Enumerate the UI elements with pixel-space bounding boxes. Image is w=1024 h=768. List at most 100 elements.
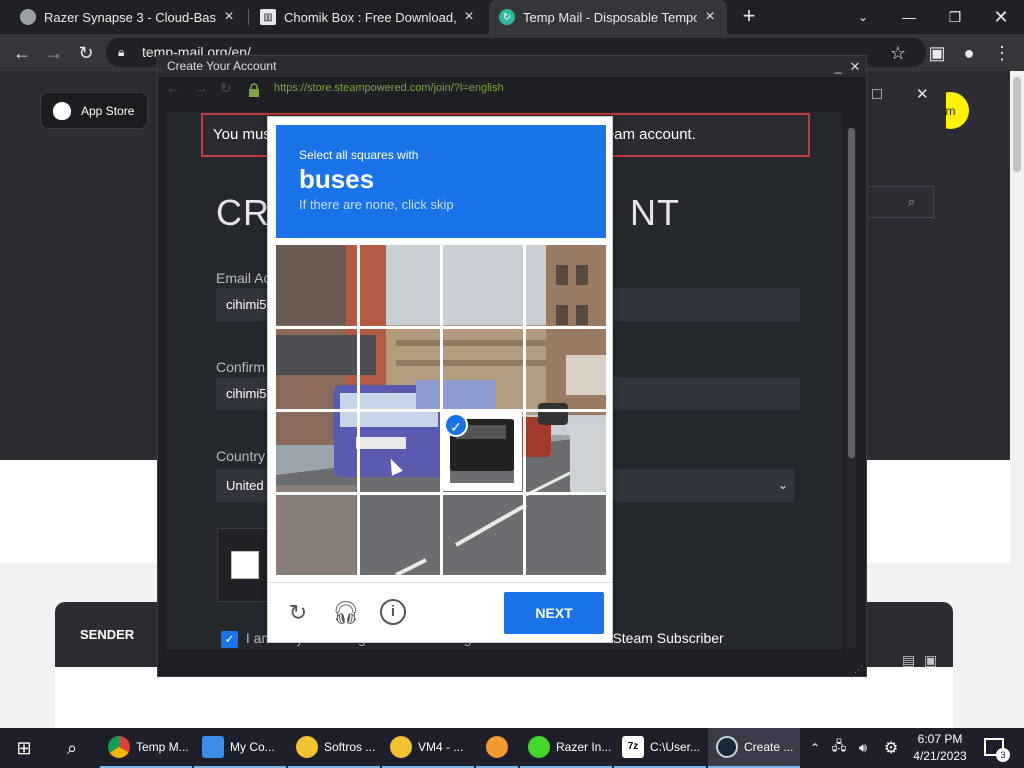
app-store-button[interactable]: App Store bbox=[40, 92, 148, 129]
tab-search-icon[interactable]: ⌄ bbox=[840, 0, 886, 34]
new-tab-button[interactable]: + bbox=[737, 4, 761, 28]
bookmark-star-icon[interactable]: ☆ bbox=[884, 39, 912, 67]
7zip-icon: 7z bbox=[622, 736, 644, 758]
captcha-tile-4-3[interactable] bbox=[442, 494, 522, 574]
reload-icon[interactable]: ↻ bbox=[284, 599, 312, 627]
page-scrollbar[interactable] bbox=[1010, 71, 1024, 728]
scrollbar-thumb[interactable] bbox=[848, 128, 855, 458]
chat-icon bbox=[296, 736, 318, 758]
steam-nav-bar: ← → ↻ https://store.steampowered.com/joi… bbox=[158, 77, 866, 103]
close-window-button[interactable]: ✕ bbox=[978, 0, 1024, 34]
taskbar-7zip[interactable]: 7z C:\User... bbox=[614, 728, 706, 768]
captcha-tile-4-2[interactable] bbox=[359, 494, 439, 574]
captcha-image-grid: ✓ bbox=[276, 245, 606, 575]
captcha-tile-4-1[interactable] bbox=[276, 494, 356, 574]
captcha-tile-1-1[interactable] bbox=[276, 245, 356, 325]
side-panel-icon[interactable]: ▣ bbox=[923, 39, 951, 67]
menu-icon[interactable]: ⋮ bbox=[988, 39, 1016, 67]
reload-button[interactable]: ↻ bbox=[72, 39, 100, 67]
agree-checkbox[interactable]: ✓ bbox=[221, 630, 238, 648]
tab-razer-synapse[interactable]: Razer Synapse 3 - Cloud-Based H × bbox=[10, 0, 246, 34]
search-icon[interactable]: ⌕ bbox=[48, 728, 96, 768]
grid-view-icon[interactable]: ▣ bbox=[924, 652, 937, 669]
captcha-tile-2-4[interactable] bbox=[525, 328, 605, 408]
captcha-tile-3-4[interactable] bbox=[525, 411, 605, 491]
taskbar-steam-create[interactable]: Create ... bbox=[708, 728, 800, 768]
captcha-tile-3-1[interactable] bbox=[276, 411, 356, 491]
computer-icon bbox=[202, 736, 224, 758]
captcha-tile-3-2[interactable] bbox=[359, 411, 439, 491]
notification-center-icon[interactable]: 3 bbox=[984, 738, 1010, 762]
headphones-icon[interactable]: 🎧︎ bbox=[332, 599, 360, 627]
minimize-button[interactable]: _ bbox=[829, 56, 847, 77]
settings-gear-icon[interactable]: ⚙ bbox=[878, 728, 904, 768]
taskbar-razer[interactable]: Razer In... bbox=[520, 728, 612, 768]
restore-button[interactable]: ❐ bbox=[932, 0, 978, 34]
taskbar-chrome[interactable]: Temp M... bbox=[100, 728, 192, 768]
lock-icon: 🔒︎ bbox=[118, 45, 125, 59]
reload-icon[interactable]: ↻ bbox=[220, 80, 232, 97]
close-tab-icon[interactable]: × bbox=[703, 8, 717, 26]
tab-separator bbox=[248, 9, 249, 25]
captcha-header: Select all squares with buses If there a… bbox=[276, 125, 606, 238]
steam-url: https://store.steampowered.com/join/?l=e… bbox=[274, 82, 504, 94]
info-icon[interactable]: i bbox=[380, 599, 406, 625]
recaptcha-checkbox[interactable] bbox=[231, 551, 259, 579]
close-tab-icon[interactable]: × bbox=[462, 8, 476, 26]
chrome-icon bbox=[108, 736, 130, 758]
chevron-up-icon[interactable]: ⌃ bbox=[806, 728, 824, 768]
archive-icon: ▥ bbox=[260, 9, 276, 25]
razer-icon bbox=[528, 736, 550, 758]
captcha-tile-2-1[interactable] bbox=[276, 328, 356, 408]
captcha-challenge: Select all squares with buses If there a… bbox=[267, 116, 613, 643]
network-icon[interactable]: 🖧︎ bbox=[828, 728, 850, 768]
close-tab-icon[interactable]: × bbox=[222, 8, 236, 26]
taskbar-softros[interactable]: Softros ... bbox=[288, 728, 380, 768]
windows-start-icon[interactable]: ⊞ bbox=[0, 728, 48, 768]
taskbar-vm4[interactable]: VM4 - ... bbox=[382, 728, 474, 768]
globe-icon bbox=[20, 9, 36, 25]
country-label: Country bbox=[216, 448, 266, 464]
captcha-tile-2-2[interactable] bbox=[359, 328, 439, 408]
back-icon[interactable]: ← bbox=[166, 80, 180, 96]
captcha-hint: If there are none, click skip bbox=[299, 197, 454, 212]
chat-icon bbox=[390, 736, 412, 758]
minimize-button[interactable]: — bbox=[886, 0, 932, 34]
resize-grip-icon[interactable]: ⋰ bbox=[854, 664, 863, 675]
captcha-tile-1-4[interactable] bbox=[525, 245, 605, 325]
captcha-tile-2-3[interactable] bbox=[442, 328, 522, 408]
window-title: Create Your Account bbox=[158, 56, 866, 77]
next-button[interactable]: NEXT bbox=[504, 592, 604, 634]
check-icon: ✓ bbox=[444, 413, 468, 437]
forward-button[interactable]: → bbox=[40, 39, 68, 67]
email-label: Email Ad bbox=[216, 270, 272, 286]
close-icon[interactable]: ✕ bbox=[916, 85, 929, 103]
steam-scrollbar[interactable] bbox=[847, 128, 856, 648]
back-button[interactable]: ← bbox=[8, 39, 36, 67]
shield-icon bbox=[486, 736, 508, 758]
volume-icon[interactable]: 🔊︎ bbox=[852, 728, 874, 768]
taskbar-my-computer[interactable]: My Co... bbox=[194, 728, 286, 768]
scrollbar-thumb[interactable] bbox=[1013, 77, 1021, 172]
list-view-icon[interactable]: ▤ bbox=[902, 652, 915, 669]
forward-icon[interactable]: → bbox=[194, 80, 208, 96]
tab-temp-mail[interactable]: ↻ Temp Mail - Disposable Tempora × bbox=[489, 0, 727, 34]
profile-icon[interactable]: ● bbox=[955, 39, 983, 67]
background-window-corner: ✕ bbox=[868, 71, 946, 171]
search-icon[interactable]: ⌕ bbox=[868, 186, 934, 218]
tab-chomik-box[interactable]: ▥ Chomik Box : Free Download, Bo × bbox=[250, 0, 486, 34]
captcha-tile-4-4[interactable] bbox=[525, 494, 605, 574]
taskbar-shield-app[interactable] bbox=[476, 728, 518, 768]
apple-icon bbox=[53, 101, 71, 120]
captcha-instruction: Select all squares with bbox=[299, 148, 419, 162]
captcha-tile-1-2[interactable] bbox=[359, 245, 439, 325]
taskbar-clock[interactable]: 6:07 PM 4/21/2023 bbox=[908, 731, 972, 765]
notification-badge: 3 bbox=[996, 748, 1010, 762]
windows-taskbar: ⊞ ⌕ Temp M... My Co... Softros ... VM4 -… bbox=[0, 728, 1024, 768]
tempmail-icon: ↻ bbox=[499, 9, 515, 25]
chevron-down-icon: ⌄ bbox=[777, 478, 788, 492]
captcha-tile-1-3[interactable] bbox=[442, 245, 522, 325]
close-window-button[interactable]: ✕ bbox=[846, 56, 864, 77]
maximize-icon[interactable] bbox=[872, 89, 882, 99]
browser-tabstrip: Razer Synapse 3 - Cloud-Based H × ▥ Chom… bbox=[0, 0, 1024, 34]
